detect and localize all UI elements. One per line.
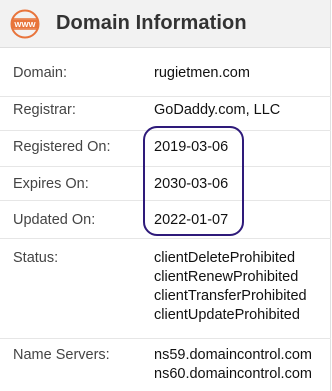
value-registrar: GoDaddy.com, LLC (154, 102, 281, 118)
row-status: Status: clientDeleteProhibited clientRen… (0, 239, 331, 339)
www-icon-text: WWW (14, 19, 36, 28)
domain-info-card: WWW Domain Information Domain: rugietmen… (0, 0, 331, 391)
label-domain: Domain: (13, 65, 67, 81)
label-updated-on: Updated On: (13, 212, 96, 228)
card-title: Domain Information (56, 12, 247, 34)
dates-highlight-box (143, 126, 244, 236)
label-status: Status: (13, 250, 59, 266)
label-registered-on: Registered On: (13, 139, 111, 155)
row-name-servers: Name Servers: ns59.domaincontrol.com ns6… (0, 339, 331, 391)
label-registrar: Registrar: (13, 102, 76, 118)
label-name-servers: Name Servers: (13, 347, 110, 363)
value-name-server-1: ns59.domaincontrol.com (154, 347, 312, 363)
www-globe-icon: WWW (10, 9, 40, 39)
value-name-server-2: ns60.domaincontrol.com (154, 366, 312, 382)
row-domain: Domain: rugietmen.com (0, 48, 331, 97)
card-header: WWW Domain Information (0, 0, 330, 48)
value-status-2: clientRenewProhibited (154, 269, 299, 285)
value-domain: rugietmen.com (154, 65, 250, 81)
value-status-1: clientDeleteProhibited (154, 250, 296, 266)
label-expires-on: Expires On: (13, 176, 89, 192)
value-status-3: clientTransferProhibited (154, 288, 307, 304)
value-status-4: clientUpdateProhibited (154, 307, 300, 323)
